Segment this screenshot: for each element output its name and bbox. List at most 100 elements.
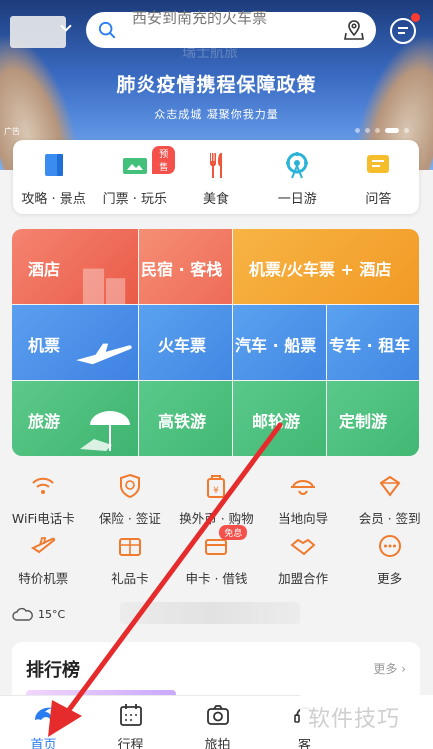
service-gift-card[interactable]: 礼品卡 [87, 533, 174, 587]
quick-item-label: 攻略 · 景点 [21, 192, 86, 207]
presale-badge: 预售 [152, 146, 176, 174]
service-label: 当地向导 [278, 511, 329, 526]
tab-travel-photo[interactable]: 旅拍 [174, 696, 261, 749]
watermark: 软件技巧 [300, 695, 433, 739]
qa-icon [367, 155, 390, 173]
grid-hst-label: 高铁游 [158, 412, 207, 431]
search-placeholder: 西安到南充的火车票 [132, 9, 268, 27]
carousel-dots [355, 128, 409, 133]
quick-item-food[interactable]: 美食 [175, 140, 256, 214]
grid-homestay[interactable]: 民宿 · 客栈 [139, 229, 232, 304]
grid-hotel-label: 酒店 [28, 260, 61, 279]
service-label: WiFi电话卡 [11, 511, 75, 526]
banner-title: 肺炎疫情携程保障政策 [116, 74, 317, 96]
service-local-guide[interactable]: 当地向导 [260, 473, 347, 527]
city-selector[interactable] [10, 16, 66, 48]
grid-bus-ship[interactable]: 汽车 · 船票 [233, 305, 326, 380]
quick-item-label: 一日游 [277, 192, 317, 207]
grid-high-speed-tour[interactable]: 高铁游 [139, 381, 232, 456]
quick-item-ticket[interactable]: 门票 · 玩乐 预售 [94, 140, 176, 214]
airplane-icon [76, 343, 132, 365]
carousel-dot-active [385, 128, 399, 133]
handshake-icon [290, 538, 316, 556]
grid-car-rental[interactable]: 专车 · 租车 [327, 305, 419, 380]
ranking-more-link[interactable]: 更多 › [373, 660, 406, 677]
quick-item-qa[interactable]: 问答 [338, 140, 419, 214]
message-button[interactable] [388, 13, 420, 46]
currency-icon: ¥ [207, 475, 226, 498]
service-label: 礼品卡 [111, 571, 149, 586]
grid-tour[interactable]: 旅游 [12, 381, 138, 456]
service-cheap-flight[interactable]: 特价机票 [0, 533, 87, 587]
services-row-2: 特价机票 礼品卡 申卡 · 借钱 免息 加盟合作 更多 [0, 525, 433, 587]
map-location-icon[interactable] [342, 18, 366, 42]
service-label: 申卡 · 借钱 [185, 571, 248, 586]
service-partnership[interactable]: 加盟合作 [260, 533, 347, 587]
ferris-wheel-icon [286, 152, 309, 179]
grid-custom[interactable]: 定制游 [327, 381, 419, 456]
cloud-icon [12, 607, 33, 621]
grid-flight-train-hotel[interactable]: 机票/火车票 + 酒店 [233, 229, 419, 304]
tab-itinerary[interactable]: 行程 [87, 696, 174, 749]
banner-subtitle: 众志成城 凝聚你我力量 [154, 108, 279, 121]
carousel-dot [375, 128, 380, 133]
ranking-title: 排行榜 [26, 660, 80, 681]
quick-item-guide[interactable]: 攻略 · 景点 [13, 140, 94, 214]
home-dolphin-icon [34, 707, 53, 720]
beach-umbrella-icon [80, 411, 130, 451]
interest-free-badge: 免息 [219, 525, 248, 540]
guide-icon [44, 154, 63, 176]
service-insurance[interactable]: 保险 · 签证 [87, 473, 174, 527]
guide-hat-icon [291, 480, 316, 495]
carousel-dot [365, 128, 370, 133]
tab-label: 行程 [117, 738, 144, 749]
svg-text:¥: ¥ [214, 486, 220, 496]
grid-hotel[interactable]: 酒店 [12, 229, 138, 304]
grid-custom-label: 定制游 [339, 412, 388, 431]
food-icon [210, 153, 222, 178]
grid-tour-label: 旅游 [28, 412, 61, 431]
plane-icon [31, 537, 56, 554]
service-more[interactable]: 更多 [346, 533, 433, 587]
watermark-text: 软件技巧 [308, 707, 401, 732]
more-icon [378, 535, 401, 557]
hotel-building-icon [82, 268, 126, 304]
service-wifi[interactable]: WiFi电话卡 [0, 473, 87, 527]
gift-card-icon [118, 538, 141, 556]
camera-icon [206, 705, 229, 725]
quick-item-label: 门票 · 玩乐 [102, 192, 167, 207]
grid-train-label: 火车票 [158, 336, 207, 355]
tab-home[interactable]: 首页 [0, 696, 87, 749]
search-bar[interactable]: 西安到南充的火车票 [86, 9, 376, 48]
insurance-icon [119, 473, 140, 499]
quick-item-daytrip[interactable]: 一日游 [257, 140, 338, 214]
carousel-dot [355, 128, 360, 133]
carousel-dot [404, 128, 409, 133]
grid-flight[interactable]: 机票 [12, 305, 138, 380]
service-member[interactable]: 会员 · 签到 [346, 473, 433, 527]
notification-dot [411, 13, 420, 22]
tab-label: 旅拍 [204, 738, 231, 749]
service-currency[interactable]: ¥ 换外币 · 购物 [173, 473, 260, 527]
grid-homestay-label: 民宿 · 客栈 [141, 260, 223, 279]
calendar-icon [119, 704, 142, 726]
service-label: 特价机票 [18, 571, 69, 586]
grid-cruise[interactable]: 邮轮游 [233, 381, 326, 456]
service-credit-card[interactable]: 申卡 · 借钱 免息 [173, 525, 260, 587]
wifi-icon [32, 477, 55, 494]
grid-train[interactable]: 火车票 [139, 305, 232, 380]
services-row-1: WiFi电话卡 保险 · 签证 ¥ 换外币 · 购物 当地向导 会员 · 签到 [0, 473, 433, 527]
quick-item-label: 问答 [365, 192, 392, 207]
service-label: 会员 · 签到 [358, 511, 421, 526]
search-icon [98, 21, 116, 39]
service-label: 更多 [377, 571, 403, 586]
weather-widget[interactable]: 15°C [12, 606, 65, 622]
grid-car-label: 专车 · 租车 [329, 336, 411, 355]
tab-label: 首页 [30, 738, 57, 749]
grid-combo-label: 机票/火车票 + 酒店 [249, 260, 392, 279]
service-label: 换外币 · 购物 [179, 511, 254, 526]
grid-bus-label: 汽车 · 船票 [235, 336, 317, 355]
quick-item-label: 美食 [203, 192, 230, 207]
member-icon [379, 475, 401, 497]
weather-temp: 15°C [38, 607, 66, 621]
